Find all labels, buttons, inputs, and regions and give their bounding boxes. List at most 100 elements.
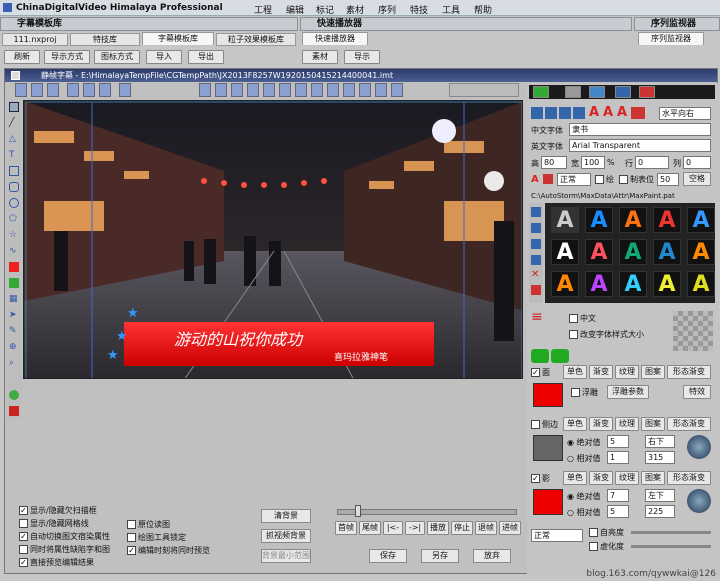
tabstop-checkbox-row[interactable]: 制表位 — [619, 174, 654, 185]
style-add-icon[interactable] — [531, 239, 541, 249]
row-field[interactable]: 0 — [635, 156, 669, 169]
tab-particle-lib[interactable]: 粒子效果模板库 — [216, 33, 296, 46]
font-color-icon[interactable] — [631, 107, 645, 119]
star-tool-icon[interactable]: ☆ — [9, 230, 19, 240]
shadow-abs-field[interactable]: 7 — [607, 489, 629, 502]
tool-back-icon[interactable] — [375, 83, 387, 97]
triangle-tool-icon[interactable]: △ — [9, 134, 19, 144]
tool-layer-down-icon[interactable] — [343, 83, 355, 97]
tool-align-right-icon[interactable] — [231, 83, 243, 97]
prop-tab-tree-icon[interactable] — [615, 86, 631, 98]
edge-rel-radio[interactable]: ○ 相对值 — [567, 453, 601, 464]
cn-font-select[interactable]: 隶书 — [569, 123, 711, 136]
option-tool-lock[interactable]: 绘图工具锁定 — [127, 532, 186, 543]
style-thumb[interactable]: A — [653, 271, 681, 297]
edge-tab-gradient[interactable]: 渐变 — [589, 417, 613, 431]
option-original-read[interactable]: 原位读图 — [127, 519, 170, 530]
style-thumb[interactable]: A — [551, 239, 579, 265]
tool-layer-up-icon[interactable] — [327, 83, 339, 97]
prop-tab-effect-icon[interactable] — [639, 86, 655, 98]
last-frame-button[interactable]: 尾帧 — [359, 521, 381, 535]
col-field[interactable]: 0 — [683, 156, 711, 169]
mode-a-icon[interactable] — [531, 349, 549, 363]
tool-align-middle-icon[interactable] — [263, 83, 275, 97]
subtitle-main-text[interactable]: 游动的山祝你成功 — [174, 326, 302, 350]
bg-min-range-button[interactable]: 背景最小范围 — [261, 549, 311, 563]
align-justify-icon[interactable] — [573, 107, 585, 119]
align-center-icon[interactable] — [545, 107, 557, 119]
tabstop-field[interactable]: 50 — [657, 173, 679, 186]
shadow-direction-dial[interactable] — [687, 489, 711, 513]
shadow-rel-field[interactable]: 5 — [607, 505, 629, 518]
style-thumb[interactable]: A — [551, 271, 579, 297]
blend-mode-select[interactable]: 正常 — [531, 529, 583, 542]
style-thumb[interactable]: A — [653, 207, 681, 233]
table-tool-icon[interactable]: ▦ — [9, 294, 19, 304]
face-tab-gradient[interactable]: 渐变 — [589, 365, 613, 379]
menu-material[interactable]: 素材 — [346, 3, 364, 16]
tool-undo-icon[interactable] — [119, 83, 131, 97]
edge-rel-field[interactable]: 1 — [607, 451, 629, 464]
stamp-tool-icon[interactable]: ⊕ — [9, 342, 19, 352]
edge-tab-solid[interactable]: 单色 — [563, 417, 587, 431]
face-check-row[interactable]: 面 — [531, 367, 550, 378]
timeline-handle[interactable] — [355, 505, 361, 517]
style-thumb[interactable]: A — [551, 207, 579, 233]
style-thumb[interactable]: A — [687, 239, 715, 265]
tool-align-left-icon[interactable] — [199, 83, 211, 97]
option-checkbox[interactable] — [19, 506, 28, 515]
tool-new-icon[interactable] — [15, 83, 27, 97]
en-font-select[interactable]: Arial Transparent — [569, 139, 711, 152]
menu-tools[interactable]: 工具 — [442, 3, 460, 16]
shadow-tab-pattern[interactable]: 图案 — [641, 471, 665, 485]
option-checkbox[interactable] — [127, 546, 136, 555]
tool-front-icon[interactable] — [359, 83, 371, 97]
prop-tab-object-icon[interactable] — [565, 86, 581, 98]
style-apply-icon[interactable] — [531, 285, 541, 295]
width-field[interactable]: 100 — [581, 156, 605, 169]
tool-save-icon[interactable] — [47, 83, 59, 97]
menu-sequence[interactable]: 序列 — [378, 3, 396, 16]
style-open-icon[interactable] — [531, 207, 541, 217]
face-tab-texture[interactable]: 纹理 — [615, 365, 639, 379]
stop-button[interactable]: 停止 — [451, 521, 473, 535]
list-mode-button[interactable]: 导示方式 — [44, 50, 90, 64]
style-thumb[interactable]: A — [585, 239, 613, 265]
bright-slider[interactable] — [631, 531, 711, 534]
space-button[interactable]: 空格 — [683, 172, 711, 186]
export-button[interactable]: 导出 — [188, 50, 224, 64]
tool-cut-icon[interactable] — [67, 83, 79, 97]
face-tab-solid[interactable]: 单色 — [563, 365, 587, 379]
option-sync-attr[interactable]: 同时将属性缺陷字和图 — [19, 544, 110, 555]
shadow-abs-radio[interactable]: ◉ 绝对值 — [567, 491, 601, 502]
edge-dir-select[interactable]: 右下 — [645, 435, 675, 448]
option-checkbox[interactable] — [19, 558, 28, 567]
option-direct-preview[interactable]: 直接预览编辑结果 — [19, 557, 94, 568]
edge-check-row[interactable]: 侧边 — [531, 419, 558, 430]
player-material-button[interactable]: 素材 — [302, 50, 338, 64]
go-start-button[interactable]: |<- — [383, 521, 403, 535]
face-color-swatch[interactable] — [533, 383, 563, 407]
tool-align-center-icon[interactable] — [215, 83, 227, 97]
option-checkbox[interactable] — [19, 545, 28, 554]
timeline-slider[interactable] — [337, 509, 517, 515]
tab-seq-monitor[interactable]: 序列监视器 — [638, 32, 704, 45]
style-thumb[interactable]: A — [619, 207, 647, 233]
style-mode-select[interactable]: 正常 — [557, 173, 591, 186]
align-right-icon[interactable] — [559, 107, 571, 119]
icon-mode-button[interactable]: 图标方式 — [94, 50, 140, 64]
font-style-a1-icon[interactable]: A — [589, 105, 599, 120]
curve-tool-icon[interactable]: ∿ — [9, 246, 19, 256]
subtitle-sub-text[interactable]: 喜玛拉雅神笔 — [334, 350, 388, 363]
tool-align-top-icon[interactable] — [247, 83, 259, 97]
discard-button[interactable]: 放弃 — [473, 549, 511, 563]
shadow-rel-radio[interactable]: ○ 相对值 — [567, 507, 601, 518]
align-left-icon[interactable] — [531, 107, 543, 119]
blur-check-row[interactable]: 虚化度 — [589, 541, 624, 552]
style-thumb[interactable]: A — [585, 207, 613, 233]
draw-checkbox-row[interactable]: 绘 — [595, 174, 614, 185]
go-end-button[interactable]: ->| — [405, 521, 425, 535]
style-thumb[interactable]: A — [619, 239, 647, 265]
option-auto-switch[interactable]: 自动切换图文宿染属性 — [19, 531, 110, 542]
edit-canvas[interactable]: 游动的山祝你成功 喜玛拉雅神笔 ★ ★ ★ — [23, 100, 523, 379]
